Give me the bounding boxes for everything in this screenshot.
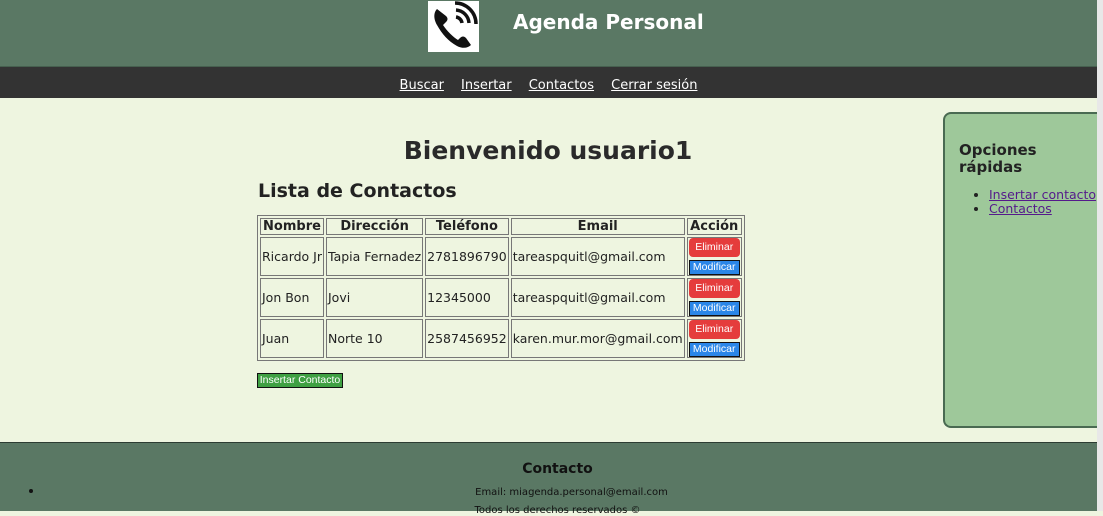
column-header: Email (510, 218, 685, 235)
contact-address: Norte 10 (326, 319, 424, 358)
quick-link-insertar-contacto[interactable]: Insertar contacto (989, 187, 1096, 202)
table-row: Jon Bon Jovi 12345000 tareaspquitl@gmail… (260, 278, 742, 317)
contact-email: tareaspquitl@gmail.com (510, 278, 685, 317)
contact-actions: Eliminar Modificar (686, 237, 742, 276)
nav-link-buscar[interactable]: Buscar (400, 78, 444, 93)
nav-link-cerrar-sesion[interactable]: Cerrar sesión (611, 78, 697, 93)
site-header: Agenda Personal (0, 0, 1097, 67)
column-header: Acción (686, 218, 742, 235)
modify-button[interactable]: Modificar (688, 301, 740, 316)
list-item: Insertar contacto (989, 188, 1103, 202)
welcome-heading: Bienvenido usuario1 (403, 136, 693, 165)
page-scrollbar[interactable] (1097, 0, 1103, 511)
modify-button[interactable]: Modificar (688, 260, 740, 275)
list-item: Contactos (989, 202, 1103, 216)
delete-button[interactable]: Eliminar (688, 279, 740, 298)
contact-phone: 12345000 (425, 278, 509, 317)
quick-link-contactos[interactable]: Contactos (989, 201, 1052, 216)
delete-button[interactable]: Eliminar (688, 320, 740, 339)
contact-address: Jovi (326, 278, 424, 317)
column-header: Teléfono (425, 218, 509, 235)
app-title: Agenda Personal (513, 10, 704, 34)
column-header: Dirección (326, 218, 424, 235)
contact-name: Juan (260, 319, 324, 358)
footer-email: Email: miagenda.personal@email.com (475, 487, 668, 498)
contact-address: Tapia Fernadez (326, 237, 424, 276)
contact-email: tareaspquitl@gmail.com (510, 237, 685, 276)
quick-options-panel: Opciones rápidas Insertar contacto Conta… (943, 112, 1103, 428)
contact-name: Jon Bon (260, 278, 324, 317)
contact-name: Ricardo Jr (260, 237, 324, 276)
contacts-list-title: Lista de Contactos (258, 180, 457, 202)
contact-actions: Eliminar Modificar (686, 278, 742, 317)
contact-actions: Eliminar Modificar (686, 319, 742, 358)
delete-button[interactable]: Eliminar (688, 238, 740, 257)
contact-phone: 2587456952 (425, 319, 509, 358)
contacts-table: Nombre Dirección Teléfono Email Acción R… (257, 215, 745, 361)
contact-email: karen.mur.mor@gmail.com (510, 319, 685, 358)
column-header: Nombre (260, 218, 324, 235)
phone-icon (428, 1, 479, 52)
nav-link-contactos[interactable]: Contactos (529, 78, 594, 93)
quick-options-title: Opciones rápidas (959, 141, 1037, 176)
table-header-row: Nombre Dirección Teléfono Email Acción (260, 218, 742, 235)
nav-link-insertar[interactable]: Insertar (461, 78, 512, 93)
table-row: Juan Norte 10 2587456952 karen.mur.mor@g… (260, 319, 742, 358)
table-row: Ricardo Jr Tapia Fernadez 2781896790 tar… (260, 237, 742, 276)
footer-title: Contacto (522, 461, 593, 477)
modify-button[interactable]: Modificar (688, 342, 740, 357)
main-nav: Buscar Insertar Contactos Cerrar sesión (0, 67, 1097, 98)
insert-contact-button[interactable]: Insertar Contacto (257, 373, 343, 388)
contact-phone: 2781896790 (425, 237, 509, 276)
quick-options-list: Insertar contacto Contactos (959, 188, 1103, 216)
site-footer: Contacto Email: miagenda.personal@email.… (0, 442, 1097, 516)
